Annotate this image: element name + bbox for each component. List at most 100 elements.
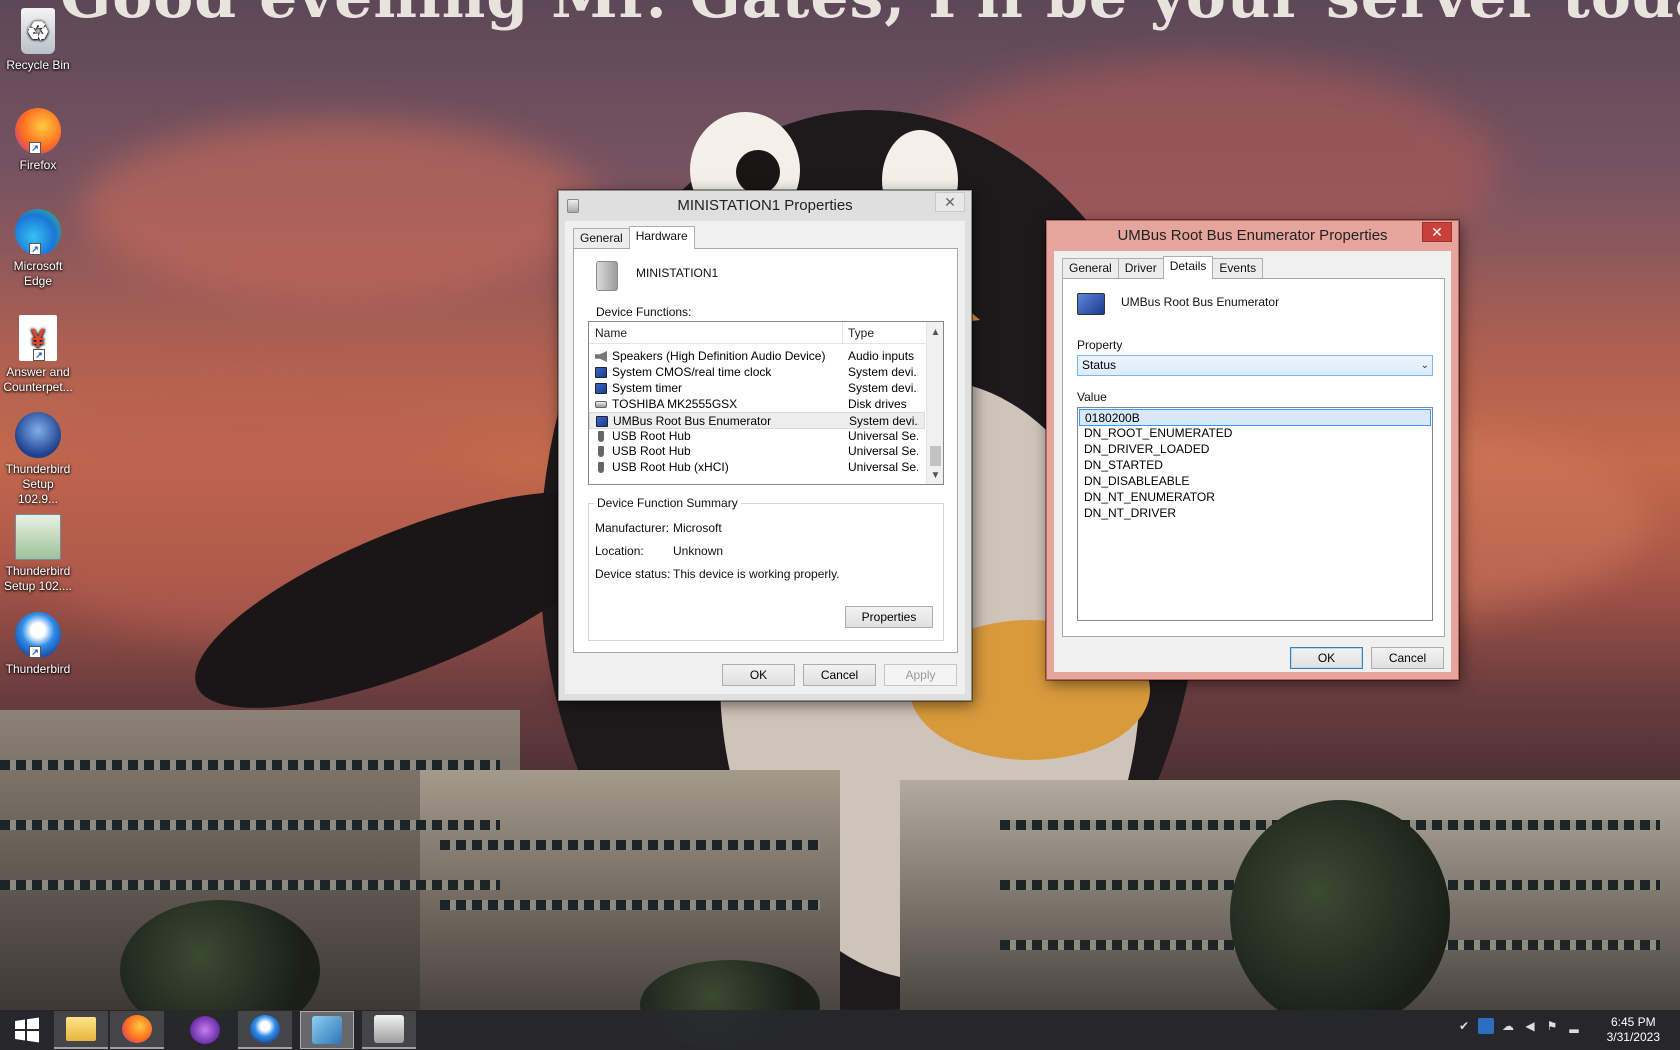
dialog-titlebar[interactable]: MINISTATION1 Properties ✕ <box>559 191 971 221</box>
thunderbird-setup-icon <box>15 412 61 458</box>
value-list-item[interactable]: DN_NT_ENUMERATOR <box>1084 489 1215 506</box>
tree <box>1230 800 1450 1030</box>
device-function-row[interactable]: TOSHIBA MK2555GSX Disk drives <box>589 396 925 413</box>
scroll-down-arrow-icon[interactable]: ▼ <box>927 467 943 484</box>
desktop-icon-thunderbird-setup-1[interactable]: Thunderbird Setup 102.9... <box>0 412 76 507</box>
desktop-icon-edge[interactable]: ↗ Microsoft Edge <box>0 209 76 289</box>
flag-icon[interactable]: ⚑ <box>1544 1018 1560 1034</box>
summary-legend: Device Function Summary <box>594 496 741 510</box>
desktop-icon-recycle-bin[interactable]: ♻ Recycle Bin <box>0 8 76 73</box>
value-list-item[interactable]: DN_DISABLEABLE <box>1084 473 1189 490</box>
ok-button[interactable]: OK <box>722 664 795 686</box>
device-function-name: System CMOS/real time clock <box>612 364 772 379</box>
device-function-row[interactable]: USB Root Hub Universal Se... <box>589 443 925 460</box>
chevron-down-icon[interactable]: ⌄ <box>1421 356 1429 375</box>
taskbar-devices-printers[interactable] <box>362 1011 416 1049</box>
disk-icon <box>595 400 607 408</box>
cancel-button[interactable]: Cancel <box>1371 647 1444 669</box>
folder-icon <box>66 1017 96 1041</box>
device-function-row[interactable]: Speakers (High Definition Audio Device) A… <box>589 348 925 365</box>
device-functions-list[interactable]: Name Type Speakers (High Definition Audi… <box>588 321 944 485</box>
shortcut-arrow-icon: ↗ <box>33 349 45 361</box>
device-function-row[interactable]: USB Root Hub Universal Se... <box>589 428 925 445</box>
dialog-title: UMBus Root Bus Enumerator Properties <box>1117 227 1388 244</box>
value-label: Value <box>1077 390 1107 404</box>
building-windows <box>0 880 500 890</box>
value-list[interactable]: 0180200B DN_ROOT_ENUMERATED DN_DRIVER_LOAD… <box>1077 407 1433 621</box>
volume-icon[interactable]: ◀ <box>1522 1018 1538 1034</box>
manufacturer-value: Microsoft <box>673 521 722 535</box>
computer-icon <box>312 1016 342 1044</box>
signal-icon[interactable]: ▂ <box>1566 1018 1582 1034</box>
desktop-icon-answer-document[interactable]: ¥ ↗ Answer and Counterpet... <box>0 315 76 395</box>
scroll-thumb[interactable] <box>930 446 941 466</box>
device-function-row[interactable]: UMBus Root Bus Enumerator System devi... <box>589 411 925 429</box>
device-functions-label: Device Functions: <box>596 305 692 319</box>
tab-details[interactable]: Details <box>1162 256 1214 279</box>
desktop-icon-label: Firefox <box>19 158 57 172</box>
value-list-item[interactable]: DN_STARTED <box>1084 457 1163 474</box>
list-scrollbar[interactable]: ▲ ▼ <box>926 322 943 484</box>
taskbar-file-explorer[interactable] <box>54 1011 108 1049</box>
dialog-titlebar[interactable]: UMBus Root Bus Enumerator Properties ✕ <box>1047 221 1458 251</box>
security-icon[interactable]: ✔ <box>1456 1018 1472 1034</box>
value-list-item[interactable]: DN_ROOT_ENUMERATED <box>1084 425 1232 442</box>
tab-hardware[interactable]: Hardware <box>628 226 695 249</box>
thunderbird-icon: ↗ <box>15 612 61 658</box>
system-tray: ✔ ☁ ◀ ⚑ ▂ <box>1456 1018 1586 1042</box>
apply-button[interactable]: Apply <box>884 664 957 686</box>
device-function-summary-group: Device Function Summary Manufacturer: Mi… <box>588 496 944 641</box>
device-name: MINISTATION1 <box>636 266 719 280</box>
ok-button[interactable]: OK <box>1290 647 1363 669</box>
close-button[interactable]: ✕ <box>935 192 965 212</box>
desktop-icon-firefox[interactable]: ↗ Firefox <box>0 108 76 173</box>
chat-icon[interactable]: ☁ <box>1500 1018 1516 1034</box>
usb-icon <box>598 462 604 474</box>
column-header-name[interactable]: Name <box>589 322 627 344</box>
taskbar-clock[interactable]: 6:45 PM 3/31/2023 <box>1607 1015 1660 1045</box>
device-function-row[interactable]: System CMOS/real time clock System devi..… <box>589 364 925 381</box>
device-function-name: System timer <box>612 380 683 395</box>
device-status-value: This device is working properly. <box>673 567 840 581</box>
column-header-type[interactable]: Type <box>842 322 874 344</box>
device-function-type: Universal Se... <box>848 444 918 459</box>
device-function-type: Universal Se... <box>848 428 918 443</box>
start-button[interactable] <box>0 1011 54 1049</box>
device-function-row[interactable]: USB Root Hub (xHCI) Universal Se... <box>589 459 925 476</box>
tab-general[interactable]: General <box>1062 258 1119 278</box>
building-windows <box>0 820 500 830</box>
taskbar-thunderbird[interactable] <box>238 1011 292 1049</box>
taskbar <box>0 1010 1680 1050</box>
firefox-icon <box>122 1015 152 1043</box>
list-header: Name Type <box>589 322 943 344</box>
tab-events[interactable]: Events <box>1212 258 1264 278</box>
scroll-up-arrow-icon[interactable]: ▲ <box>927 324 943 341</box>
device-function-name: USB Root Hub (xHCI) <box>612 460 729 475</box>
network-adapter-icon[interactable] <box>1478 1018 1494 1034</box>
value-list-item[interactable]: DN_DRIVER_LOADED <box>1084 441 1209 458</box>
tab-strip: General Driver Details Events <box>1062 256 1264 279</box>
monitor-icon <box>595 366 607 378</box>
desktop-icon-thunderbird[interactable]: ↗ Thunderbird <box>0 612 76 677</box>
value-list-item[interactable]: DN_NT_DRIVER <box>1084 505 1176 522</box>
manufacturer-label: Manufacturer: <box>595 521 670 535</box>
value-list-item[interactable]: 0180200B <box>1079 409 1431 426</box>
hardware-tab-panel: MINISTATION1 Device Functions: Name Type… <box>573 248 958 653</box>
usb-icon <box>598 446 604 458</box>
taskbar-device-manager[interactable] <box>300 1011 354 1049</box>
document-icon: ¥ ↗ <box>19 315 57 361</box>
tab-general[interactable]: General <box>573 228 630 248</box>
properties-button[interactable]: Properties <box>845 606 933 628</box>
dialog-client: General Driver Details Events UMBus Root… <box>1054 251 1451 672</box>
property-dropdown[interactable]: Status ⌄ <box>1077 355 1433 376</box>
tab-strip: General Hardware <box>573 226 695 249</box>
device-function-row[interactable]: System timer System devi... <box>589 380 925 397</box>
desktop-icon-thunderbird-setup-2[interactable]: Thunderbird Setup 102.... <box>0 514 76 594</box>
tab-driver[interactable]: Driver <box>1117 258 1164 278</box>
mask-icon <box>190 1016 220 1044</box>
cancel-button[interactable]: Cancel <box>803 664 876 686</box>
taskbar-private-browser[interactable] <box>178 1011 232 1049</box>
umbus-properties-dialog: UMBus Root Bus Enumerator Properties ✕ G… <box>1046 220 1459 680</box>
close-button[interactable]: ✕ <box>1422 222 1452 242</box>
taskbar-firefox[interactable] <box>110 1011 164 1049</box>
